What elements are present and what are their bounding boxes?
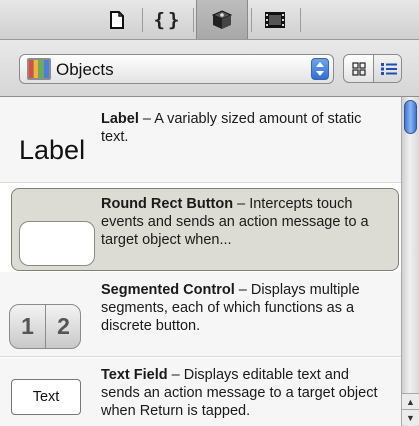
segment-2: 2 xyxy=(45,305,80,348)
item-description: Text Field – Displays editable text and … xyxy=(101,366,391,420)
cube-icon xyxy=(212,9,232,29)
object-library-list: Label Label – A variably sized amount of… xyxy=(0,97,401,426)
tab-file[interactable] xyxy=(95,0,139,39)
file-icon xyxy=(110,10,124,29)
item-title: Segmented Control xyxy=(101,282,235,298)
segmented-control-preview: 1 2 xyxy=(9,304,81,349)
list-item-text-field[interactable]: Text Text Field – Displays editable text… xyxy=(0,358,401,426)
library-category-popup[interactable]: Objects xyxy=(19,54,334,84)
list-item-label[interactable]: Label Label – A variably sized amount of… xyxy=(0,97,401,183)
item-description: Label – A variably sized amount of stati… xyxy=(101,110,391,146)
item-summary: – A variably sized amount of static text… xyxy=(101,111,362,145)
tab-objects[interactable] xyxy=(196,0,248,39)
tab-media[interactable] xyxy=(253,0,297,39)
item-title: Text Field xyxy=(101,367,168,383)
vertical-scrollbar[interactable]: ▲ ▼ xyxy=(401,97,419,426)
text-field-preview: Text xyxy=(11,379,81,415)
item-description: Round Rect Button – Intercepts touch eve… xyxy=(101,195,391,249)
grid-view-icon xyxy=(351,61,366,76)
braces-icon: {} xyxy=(153,8,183,31)
grid-view-button[interactable] xyxy=(344,55,373,82)
scrollbar-thumb[interactable] xyxy=(404,100,417,134)
view-mode-segmented-control xyxy=(343,54,402,83)
list-item-segmented-control[interactable]: 1 2 Segmented Control – Displays multipl… xyxy=(0,272,401,357)
scroll-up-arrow[interactable]: ▲ xyxy=(402,393,419,409)
list-view-icon xyxy=(380,62,397,75)
tab-code[interactable]: {} xyxy=(146,0,190,39)
list-item-round-rect-button[interactable]: Round Rect Button – Intercepts touch eve… xyxy=(11,188,399,271)
label-preview: Label xyxy=(19,135,86,165)
library-category-label: Objects xyxy=(56,60,114,79)
library-books-icon xyxy=(27,58,51,80)
segment-1: 1 xyxy=(21,313,34,339)
scroll-down-arrow[interactable]: ▼ xyxy=(402,409,419,425)
item-title: Label xyxy=(101,111,139,127)
list-view-button[interactable] xyxy=(373,55,401,82)
up-down-arrows-icon xyxy=(316,62,324,76)
film-icon xyxy=(265,11,285,28)
library-filter-bar: Objects xyxy=(0,40,419,97)
popup-stepper[interactable] xyxy=(311,58,329,80)
round-rect-button-preview xyxy=(19,221,95,266)
item-title: Round Rect Button xyxy=(101,196,234,212)
inspector-tab-bar: {} xyxy=(0,0,419,40)
item-description: Segmented Control – Displays multiple se… xyxy=(101,281,391,335)
